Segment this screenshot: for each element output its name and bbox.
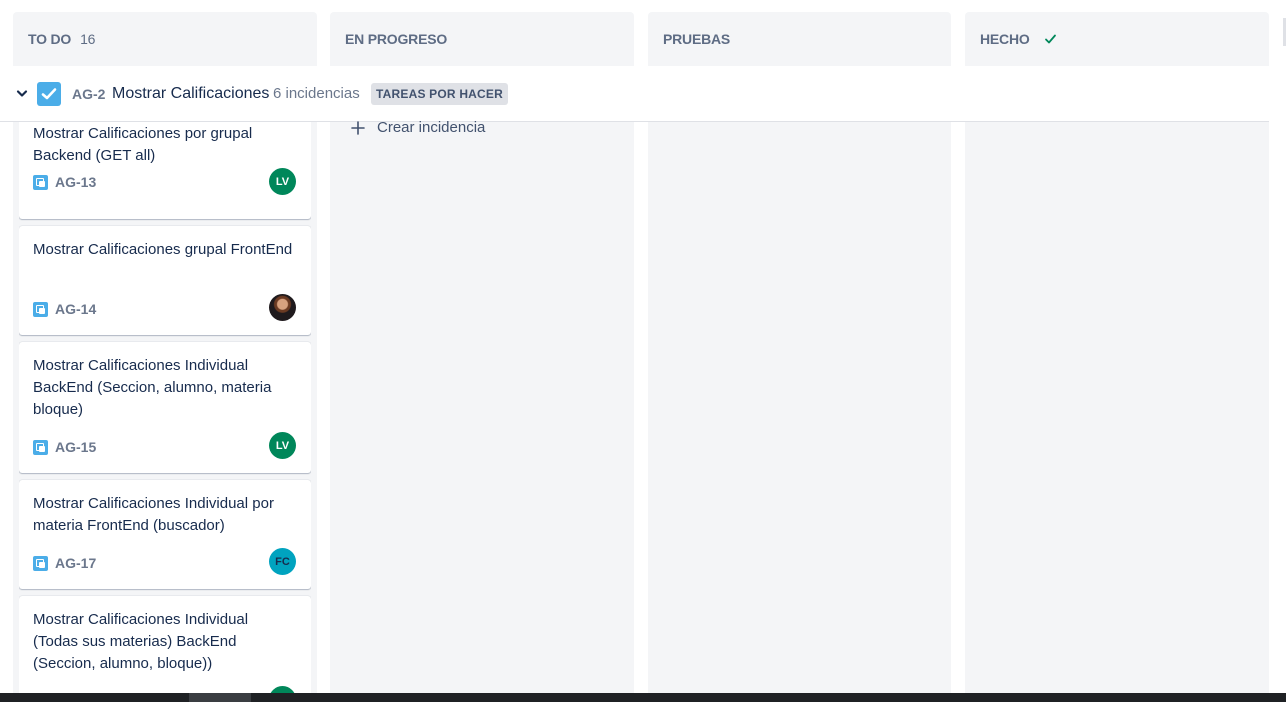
create-issue-label: Crear incidencia [377, 119, 486, 136]
task-icon [33, 555, 48, 571]
check-icon [1044, 34, 1056, 44]
task-icon [33, 439, 48, 455]
plus-icon [351, 120, 365, 135]
column-count: 16 [80, 31, 96, 47]
card-title: Mostrar Calificaciones por grupal Backen… [33, 125, 253, 164]
card-title: Mostrar Calificaciones Individual por ma… [33, 495, 274, 534]
checkbox-icon [37, 82, 61, 106]
card-footer: AG-15 [33, 439, 96, 455]
epic-title: Mostrar Calificaciones [112, 85, 270, 102]
column-header-testing: PRUEBAS [663, 31, 730, 47]
avatar[interactable]: LV [269, 168, 296, 195]
avatar[interactable] [269, 686, 296, 693]
card-key[interactable]: AG-13 [55, 174, 96, 190]
column-title: HECHO [980, 31, 1030, 47]
column-header-in-progress: EN PROGRESO [345, 31, 447, 47]
issue-card[interactable]: Mostrar Calificaciones por grupal Backen… [19, 122, 311, 219]
avatar[interactable] [269, 294, 296, 321]
kanban-board: TO DO 16 EN PROGRESO PRUEBAS HECHO AG-2 … [0, 0, 1286, 693]
status-badge: TAREAS POR HACER [371, 83, 508, 105]
task-icon [33, 174, 48, 190]
card-key[interactable]: AG-14 [55, 301, 96, 317]
epic-key[interactable]: AG-2 [72, 86, 105, 102]
card-key[interactable]: AG-17 [55, 555, 96, 571]
create-issue-button[interactable]: Crear incidencia [351, 119, 485, 136]
column-title: EN PROGRESO [345, 31, 448, 47]
card-title: Mostrar Calificaciones Individual (Todas… [33, 611, 249, 672]
issue-card[interactable]: Mostrar Calificaciones grupal FrontEnd A… [19, 226, 311, 335]
todo-card-list: Mostrar Calificaciones por grupal Backen… [19, 122, 311, 693]
card-footer: AG-17 [33, 555, 96, 571]
scrollbar-thumb[interactable] [189, 693, 251, 702]
column-header-done: HECHO [980, 31, 1057, 47]
column-header-todo: TO DO 16 [28, 31, 95, 47]
task-icon [33, 301, 48, 317]
epic-swimlane-header[interactable]: AG-2 Mostrar Calificaciones 6 incidencia… [0, 66, 1269, 122]
card-key[interactable]: AG-15 [55, 439, 96, 455]
issue-card[interactable]: Mostrar Calificaciones Individual por ma… [19, 480, 311, 589]
column-title: PRUEBAS [663, 31, 731, 47]
issue-card[interactable]: Mostrar Calificaciones Individual BackEn… [19, 342, 311, 473]
card-footer: AG-14 [33, 301, 96, 317]
column-title: TO DO [28, 31, 72, 47]
check-mark-icon [41, 88, 57, 100]
issue-card[interactable]: Mostrar Calificaciones Individual (Todas… [19, 596, 311, 693]
avatar[interactable]: FC [269, 548, 296, 575]
card-title: Mostrar Calificaciones Individual BackEn… [33, 357, 272, 418]
chevron-down-icon[interactable] [16, 89, 28, 99]
avatar[interactable]: LV [269, 432, 296, 459]
issue-count: 6 incidencias [273, 85, 360, 102]
card-footer: AG-13 [33, 174, 96, 190]
card-title: Mostrar Calificaciones grupal FrontEnd [33, 241, 293, 258]
